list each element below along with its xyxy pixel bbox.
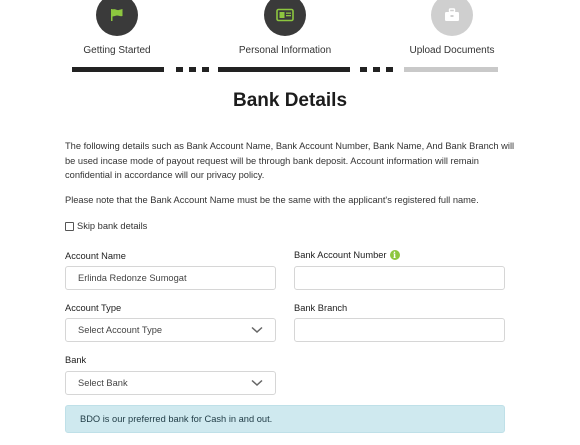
account-name-value: Erlinda Redonze Sumogat xyxy=(78,273,187,283)
account-number-label: Bank Account Number i xyxy=(294,250,400,260)
briefcase-icon xyxy=(445,8,459,21)
account-type-select[interactable]: Select Account Type xyxy=(65,318,276,342)
skip-checkbox[interactable] xyxy=(65,221,74,231)
id-card-icon xyxy=(276,8,294,22)
note-paragraph: Please note that the Bank Account Name m… xyxy=(65,195,479,205)
page-title: Bank Details xyxy=(232,90,348,111)
step-circle xyxy=(431,0,473,36)
skip-label: Skip bank details xyxy=(77,221,148,231)
info-icon[interactable]: i xyxy=(389,250,400,260)
step-personal-information[interactable]: Personal Information xyxy=(215,0,355,56)
account-number-label-text: Bank Account Number xyxy=(294,250,387,260)
step-upload-documents[interactable]: Upload Documents xyxy=(382,0,522,56)
bank-label: Bank xyxy=(65,355,86,365)
chevron-down-icon xyxy=(251,326,263,334)
progress-bar-segment xyxy=(218,67,350,72)
chevron-down-icon xyxy=(251,379,263,387)
progress-dots xyxy=(176,67,209,72)
progress-bar-segment xyxy=(404,67,498,72)
step-circle xyxy=(264,0,306,36)
account-number-input[interactable] xyxy=(294,266,505,290)
intro-paragraph: The following details such as Bank Accou… xyxy=(65,141,515,181)
info-alert: BDO is our preferred bank for Cash in an… xyxy=(65,405,505,433)
account-name-label-text: Account Name xyxy=(65,251,126,261)
step-getting-started[interactable]: Getting Started xyxy=(47,0,187,56)
account-type-label-text: Account Type xyxy=(65,303,122,313)
account-name-label: Account Name xyxy=(65,251,126,261)
skip-bank-details[interactable]: Skip bank details xyxy=(65,221,147,231)
bank-branch-input[interactable] xyxy=(294,318,505,342)
bank-branch-label: Bank Branch xyxy=(294,303,347,313)
flag-icon xyxy=(111,9,123,21)
step-circle xyxy=(96,0,138,36)
bank-select[interactable]: Select Bank xyxy=(65,371,276,395)
bank-selected: Select Bank xyxy=(78,378,128,388)
step-label: Upload Documents xyxy=(409,45,495,56)
account-type-label: Account Type xyxy=(65,303,121,313)
progress-dots xyxy=(360,67,393,72)
step-label: Getting Started xyxy=(83,45,151,56)
step-label: Personal Information xyxy=(238,45,332,56)
progress-bar-segment xyxy=(72,67,164,72)
account-name-input[interactable]: Erlinda Redonze Sumogat xyxy=(65,266,276,290)
bank-label-text: Bank xyxy=(65,355,87,365)
account-type-selected: Select Account Type xyxy=(78,325,163,335)
bank-branch-label-text: Bank Branch xyxy=(294,303,348,313)
alert-text: BDO is our preferred bank for Cash in an… xyxy=(80,414,273,424)
